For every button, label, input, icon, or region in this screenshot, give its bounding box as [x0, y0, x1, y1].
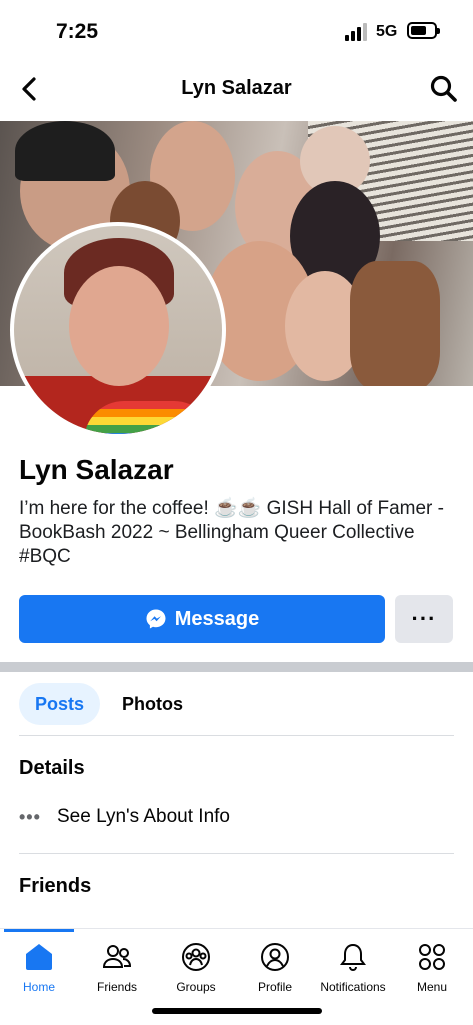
tabbar-notifications[interactable]: Notifications [314, 941, 392, 994]
profile-tabs: Posts Photos [19, 683, 199, 725]
message-button-label: Message [174, 607, 260, 630]
tabbar-groups[interactable]: Groups [157, 941, 235, 994]
tab-posts[interactable]: Posts [19, 683, 101, 725]
tabbar-label: Menu [416, 980, 448, 994]
message-button[interactable]: Message [19, 595, 385, 643]
tab-photos[interactable]: Photos [106, 683, 199, 725]
more-dots-icon: ••• [19, 806, 41, 827]
cover-person [350, 261, 440, 386]
network-label: 5G [376, 23, 398, 40]
tabbar-label: Groups [176, 980, 216, 994]
tabbar-label: Home [22, 980, 55, 994]
friends-icon [102, 945, 132, 968]
details-heading: Details [19, 757, 85, 779]
signal-icon [345, 23, 371, 41]
messenger-icon [146, 609, 166, 629]
avatar [14, 226, 222, 434]
profile-bio: I’m here for the coffee! ☕️☕️ GISH Hall … [19, 498, 444, 567]
profile-picture[interactable] [10, 222, 226, 438]
cover-person-hat [15, 121, 115, 181]
groups-icon [182, 943, 210, 971]
menu-grid-icon [419, 944, 445, 970]
tabbar-home[interactable]: Home [0, 941, 78, 994]
home-icon [26, 944, 52, 970]
about-info-label: See Lyn's About Info [57, 806, 230, 827]
active-tab-indicator [4, 929, 74, 932]
tabbar-friends[interactable]: Friends [78, 941, 156, 994]
friends-heading: Friends [19, 875, 92, 897]
status-bar: 7:25 5G [0, 0, 473, 62]
more-options-button[interactable]: ··· [395, 595, 453, 643]
status-time: 7:25 [56, 20, 99, 43]
tabbar-profile[interactable]: Profile [236, 941, 314, 994]
divider [19, 735, 454, 736]
tabbar-label: Notifications [320, 980, 386, 994]
page-title: Lyn Salazar [181, 77, 292, 99]
tabbar-menu[interactable]: Menu [393, 941, 471, 994]
profile-header: Lyn Salazar [0, 64, 473, 114]
divider [19, 853, 454, 854]
tabbar-label: Profile [257, 980, 292, 994]
bell-icon [340, 943, 366, 972]
profile-name: Lyn Salazar [19, 454, 174, 485]
tabbar-label: Friends [96, 980, 137, 994]
home-indicator [152, 1008, 322, 1014]
search-icon[interactable] [429, 74, 459, 104]
section-divider [0, 662, 473, 672]
about-info-link[interactable]: ••• See Lyn's About Info [19, 806, 230, 828]
profile-icon [261, 943, 289, 971]
rainbow-graphic [84, 401, 214, 434]
battery-icon [407, 22, 440, 39]
